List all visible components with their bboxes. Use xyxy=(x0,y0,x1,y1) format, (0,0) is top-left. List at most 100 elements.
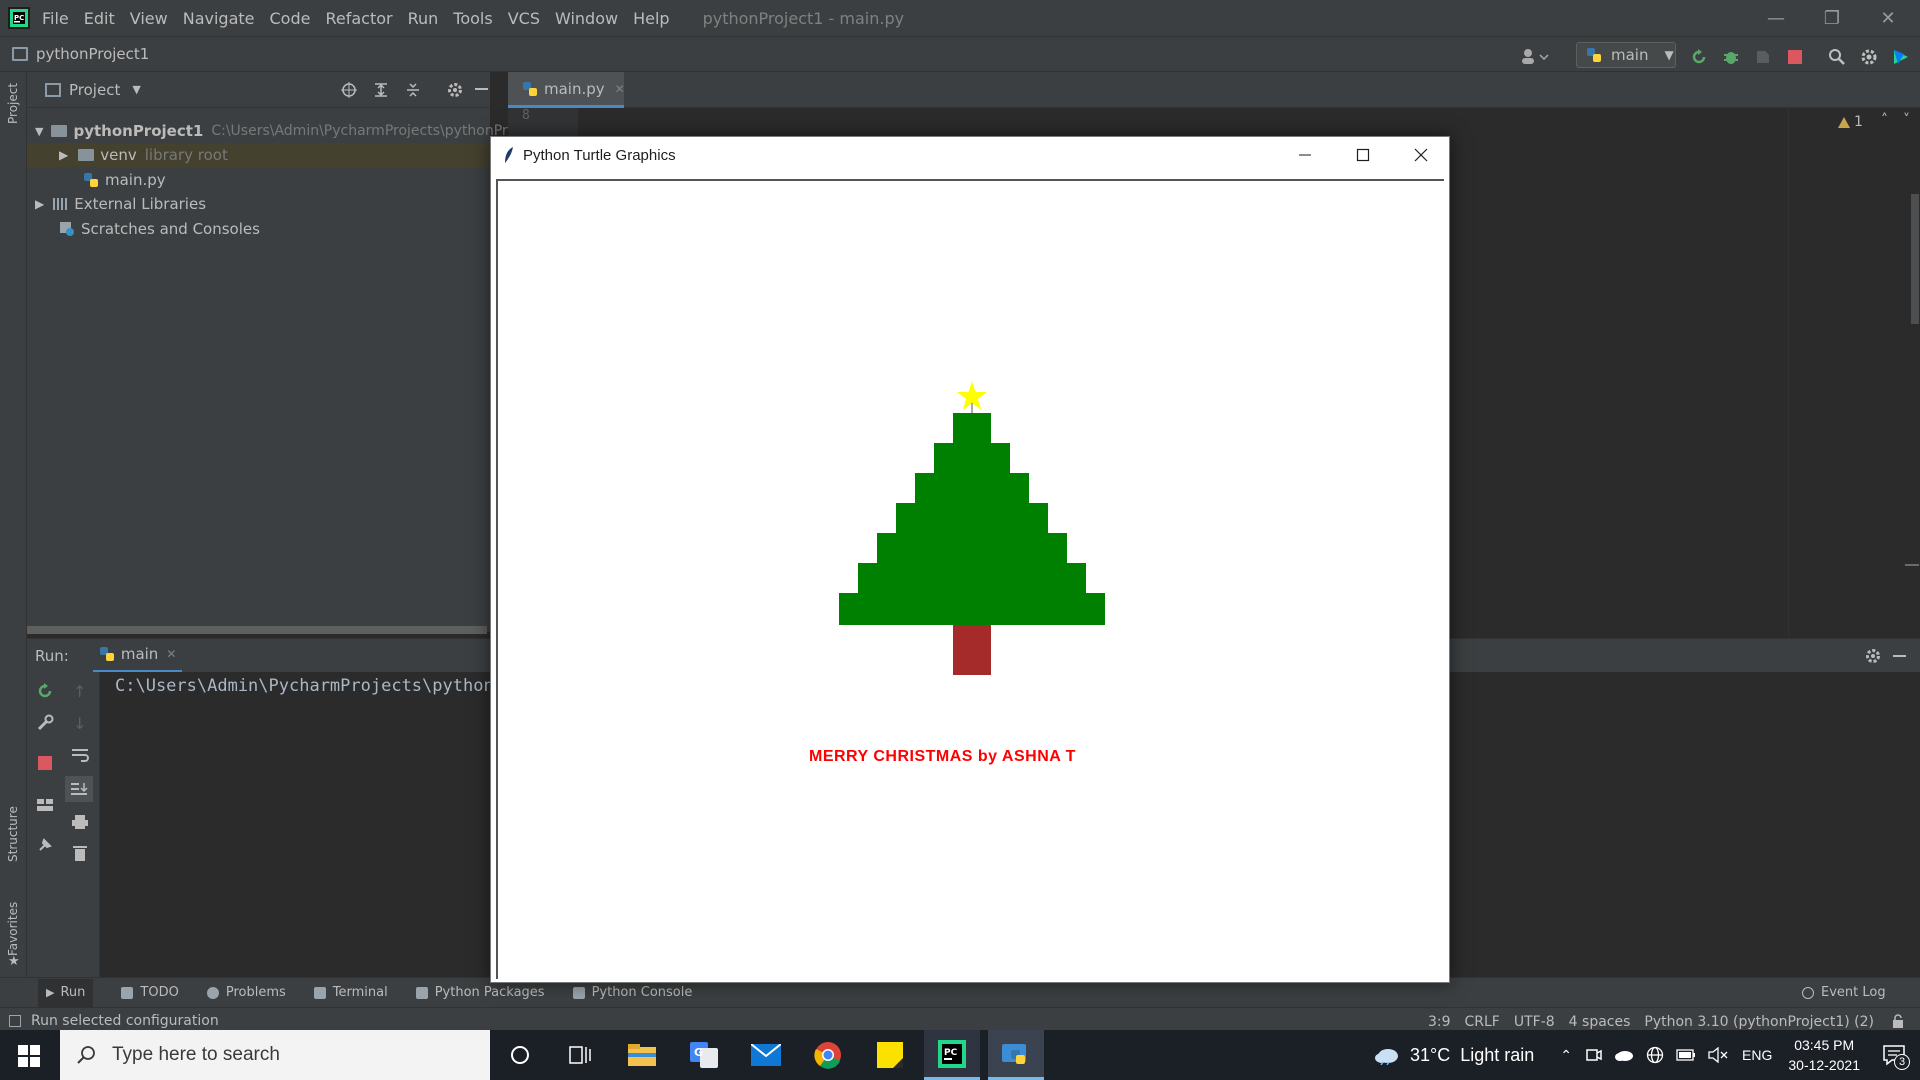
coverage-icon[interactable] xyxy=(1750,44,1776,70)
menu-file[interactable]: File xyxy=(42,9,69,28)
taskbar-search-input[interactable]: Type here to search xyxy=(60,1030,490,1080)
warning-indicator[interactable]: 1 xyxy=(1837,114,1863,130)
tool-tab-terminal[interactable]: Terminal xyxy=(313,985,388,1000)
arrow-down-icon[interactable]: ↓ xyxy=(73,714,86,733)
python-taskbar-icon[interactable] xyxy=(988,1030,1044,1080)
indent-setting[interactable]: 4 spaces xyxy=(1569,1014,1631,1030)
language-indicator[interactable]: ENG xyxy=(1742,1047,1772,1063)
line-separator[interactable]: CRLF xyxy=(1465,1014,1500,1030)
trash-icon[interactable] xyxy=(72,844,88,862)
favorites-tool-tab[interactable]: Favorites xyxy=(6,902,20,956)
cortana-icon[interactable] xyxy=(492,1030,548,1080)
tab-main-py[interactable]: main.py ✕ xyxy=(508,72,625,108)
project-tool-tab[interactable]: Project xyxy=(6,83,20,124)
settings-gear-icon[interactable] xyxy=(1856,44,1882,70)
chevron-down-icon[interactable]: ˅ xyxy=(1903,112,1910,128)
windows-start-icon[interactable] xyxy=(18,1045,40,1067)
clock[interactable]: 03:45 PM 30-12-2021 xyxy=(1788,1035,1860,1075)
restore-icon[interactable]: ❐ xyxy=(1804,0,1860,36)
menu-navigate[interactable]: Navigate xyxy=(183,9,255,28)
task-view-icon[interactable] xyxy=(552,1030,608,1080)
file-encoding[interactable]: UTF-8 xyxy=(1514,1014,1555,1030)
scroll-to-end-icon[interactable] xyxy=(65,776,93,802)
layout-icon[interactable] xyxy=(36,798,54,812)
user-icon[interactable] xyxy=(1518,46,1552,66)
locate-file-icon[interactable] xyxy=(341,82,357,98)
menu-window[interactable]: Window xyxy=(555,9,618,28)
turtle-canvas[interactable]: MERRY CHRISTMAS by ASHNA T xyxy=(496,179,1444,979)
meet-now-icon[interactable] xyxy=(1586,1047,1602,1063)
python-interpreter[interactable]: Python 3.10 (pythonProject1) (2) xyxy=(1644,1014,1874,1030)
rerun-icon[interactable] xyxy=(36,682,54,700)
menu-tools[interactable]: Tools xyxy=(453,9,492,28)
turtle-window-titlebar[interactable]: Python Turtle Graphics xyxy=(491,137,1449,173)
battery-icon[interactable] xyxy=(1676,1049,1696,1061)
soft-wrap-icon[interactable] xyxy=(71,748,89,762)
menu-edit[interactable]: Edit xyxy=(84,9,115,28)
caret-position[interactable]: 3:9 xyxy=(1428,1014,1451,1030)
menu-refactor[interactable]: Refactor xyxy=(325,9,392,28)
chevron-up-icon[interactable]: ˄ xyxy=(1881,112,1888,128)
tool-tab-run[interactable]: ▶ Run xyxy=(38,978,94,1007)
network-globe-icon[interactable] xyxy=(1646,1046,1664,1064)
horizontal-scrollbar[interactable] xyxy=(27,626,487,634)
mail-icon[interactable] xyxy=(738,1030,794,1080)
collapse-all-icon[interactable] xyxy=(405,82,421,98)
minimize-icon[interactable]: — xyxy=(1748,0,1804,36)
onedrive-icon[interactable] xyxy=(1614,1048,1634,1062)
tool-tab-python-packages[interactable]: Python Packages xyxy=(415,985,545,1000)
chevron-up-icon[interactable]: ⌃ xyxy=(1560,1047,1572,1064)
google-translate-icon[interactable]: G xyxy=(676,1030,732,1080)
tree-item-project-root[interactable]: ▼ pythonProject1 C:\Users\Admin\PycharmP… xyxy=(35,119,536,143)
turtle-graphics-window[interactable]: Python Turtle Graphics MERRY CHRISTMAS b… xyxy=(490,136,1450,983)
rerun-icon[interactable] xyxy=(1686,44,1712,70)
project-panel-title[interactable]: Project xyxy=(69,81,120,99)
tool-tab-problems[interactable]: Problems xyxy=(206,985,286,1000)
tool-tab-event-log[interactable]: Event Log xyxy=(1802,985,1886,1000)
menu-view[interactable]: View xyxy=(130,9,168,28)
sticky-notes-icon[interactable] xyxy=(862,1030,918,1080)
jetbrains-toolbox-icon[interactable] xyxy=(1888,44,1914,70)
menu-help[interactable]: Help xyxy=(633,9,669,28)
structure-tool-tab[interactable]: Structure xyxy=(6,806,20,862)
tool-tab-python-console[interactable]: Python Console xyxy=(572,985,692,1000)
toggle-tool-windows-icon[interactable] xyxy=(9,1015,21,1027)
close-icon[interactable] xyxy=(1392,137,1450,173)
search-icon[interactable] xyxy=(1824,44,1850,70)
maximize-icon[interactable] xyxy=(1334,137,1392,173)
vertical-scrollbar[interactable] xyxy=(1911,194,1919,324)
tool-tab-todo[interactable]: TODO xyxy=(121,985,179,1000)
file-explorer-icon[interactable] xyxy=(614,1030,670,1080)
tab-close-icon[interactable]: ✕ xyxy=(166,647,176,661)
hide-panel-icon[interactable] xyxy=(1893,655,1906,657)
notification-center-icon[interactable]: 3 xyxy=(1882,1044,1910,1070)
wrench-icon[interactable] xyxy=(36,714,54,732)
stop-icon[interactable] xyxy=(1782,44,1808,70)
pin-icon[interactable] xyxy=(36,836,54,854)
tree-item-venv[interactable]: ▶ venv library root xyxy=(27,143,490,167)
print-icon[interactable] xyxy=(71,814,89,830)
tree-item-external-libraries[interactable]: ▶ External Libraries xyxy=(35,192,206,216)
hide-panel-icon[interactable] xyxy=(475,88,488,90)
gear-icon[interactable] xyxy=(1865,648,1881,664)
pycharm-taskbar-icon[interactable]: PC xyxy=(924,1030,980,1080)
menu-vcs[interactable]: VCS xyxy=(508,9,540,28)
gear-icon[interactable] xyxy=(447,82,463,98)
weather-text[interactable]: 31°C Light rain xyxy=(1410,1045,1534,1066)
breadcrumb[interactable]: pythonProject1 xyxy=(36,45,149,63)
run-configuration-dropdown[interactable]: main ▼ xyxy=(1576,42,1676,68)
tree-item-main-py[interactable]: main.py xyxy=(83,168,166,192)
minimize-icon[interactable] xyxy=(1276,137,1334,173)
menu-run[interactable]: Run xyxy=(408,9,439,28)
debug-icon[interactable] xyxy=(1718,44,1744,70)
run-tab-main[interactable]: main ✕ xyxy=(92,639,183,673)
tree-item-scratches[interactable]: Scratches and Consoles xyxy=(59,217,260,241)
chevron-down-icon[interactable]: ▼ xyxy=(132,83,140,96)
expand-all-icon[interactable] xyxy=(373,82,389,98)
tab-close-icon[interactable]: ✕ xyxy=(615,82,625,96)
arrow-up-icon[interactable]: ↑ xyxy=(73,682,86,701)
close-icon[interactable]: ✕ xyxy=(1860,0,1916,36)
chrome-icon[interactable] xyxy=(800,1030,856,1080)
menu-code[interactable]: Code xyxy=(270,9,311,28)
lock-icon[interactable] xyxy=(1892,1014,1906,1028)
